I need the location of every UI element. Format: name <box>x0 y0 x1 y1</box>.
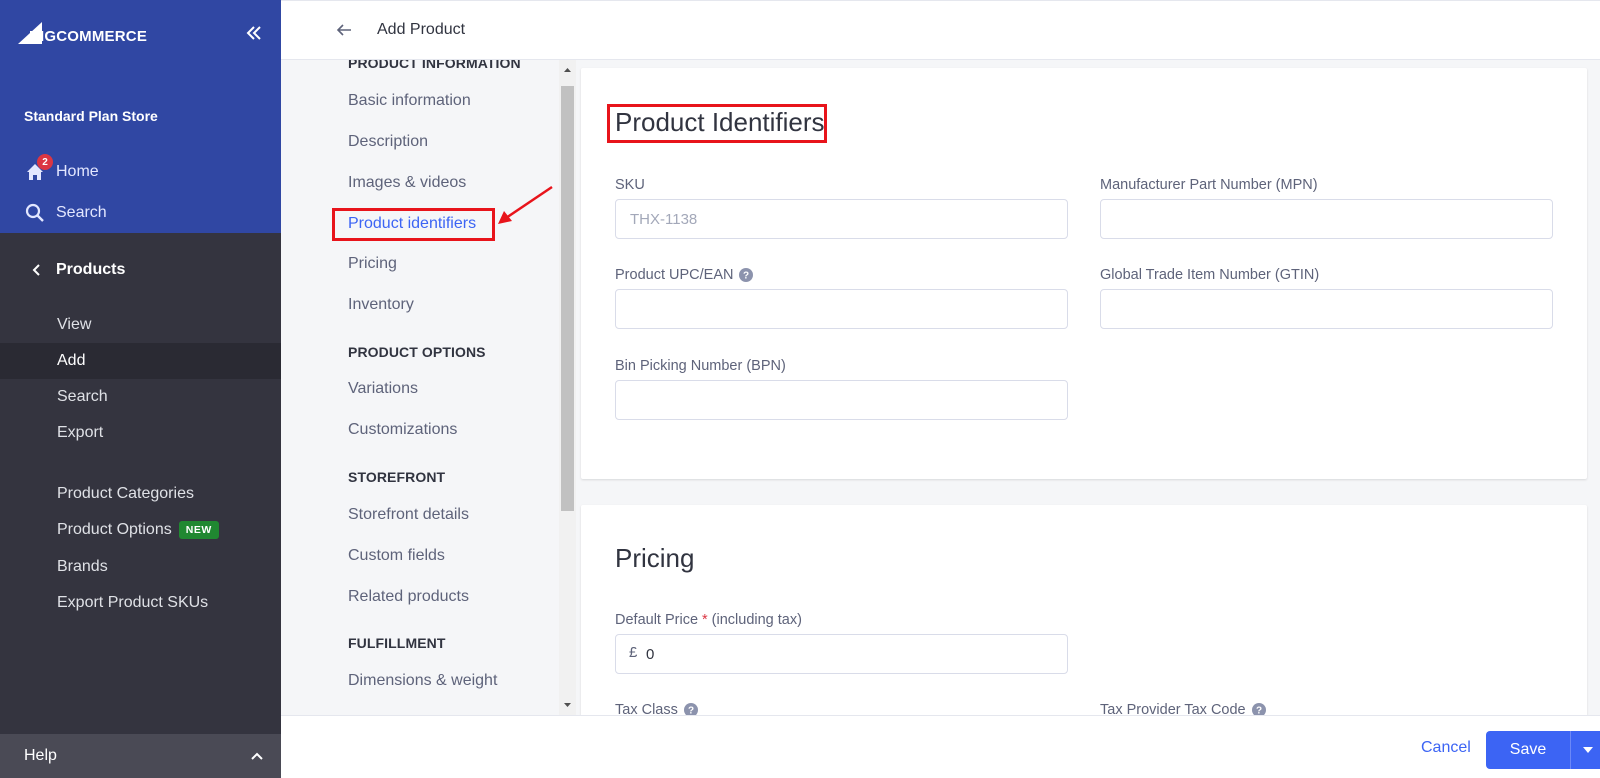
default-price-label-text: Default Price <box>615 612 699 628</box>
sidebar-item-label: View <box>57 316 92 333</box>
nav-link-basic-information[interactable]: Basic information <box>348 92 471 110</box>
svg-text:?: ? <box>743 271 749 282</box>
annotation-box-card-title <box>607 104 827 143</box>
chevron-up-icon <box>251 752 263 760</box>
mpn-input[interactable] <box>1100 199 1553 239</box>
price-suffix: (including tax) <box>711 612 802 628</box>
help-icon[interactable]: ? <box>739 268 754 282</box>
page-header: Add Product <box>281 0 1600 60</box>
logo-text: BIGCOMMERCE <box>29 28 148 45</box>
products-section-title: Products <box>56 261 126 278</box>
gtin-label: Global Trade Item Number (GTIN) <box>1100 267 1320 283</box>
cancel-button[interactable]: Cancel <box>1421 739 1471 757</box>
required-marker: * <box>702 612 708 628</box>
scrollbar-thumb[interactable] <box>561 86 574 511</box>
back-arrow-icon[interactable] <box>335 21 353 39</box>
tax-code-label: Tax Provider Tax Code ? <box>1100 702 1266 715</box>
nav-link-dimensions-weight[interactable]: Dimensions & weight <box>348 672 497 690</box>
help-icon[interactable]: ? <box>1251 703 1266 716</box>
nav-link-storefront-details[interactable]: Storefront details <box>348 506 469 524</box>
svg-text:?: ? <box>688 706 694 716</box>
sidebar-item-brands[interactable]: Brands <box>0 549 281 585</box>
tax-class-label-text: Tax Class <box>615 702 678 715</box>
help-icon[interactable]: ? <box>683 703 698 716</box>
sidebar: BIGCOMMERCE Standard Plan Store 2 Home S… <box>0 0 281 778</box>
save-button[interactable]: Save <box>1486 731 1570 769</box>
nav-link-customizations[interactable]: Customizations <box>348 421 457 439</box>
nav-group-product-options: PRODUCT OPTIONS <box>348 344 486 360</box>
scroll-up-arrow-icon[interactable] <box>561 64 574 76</box>
store-name: Standard Plan Store <box>24 108 158 124</box>
nav-link-inventory[interactable]: Inventory <box>348 296 414 314</box>
help-label: Help <box>24 747 57 764</box>
help-bar[interactable]: Help <box>0 734 281 778</box>
sidebar-item-product-categories[interactable]: Product Categories <box>0 476 281 512</box>
bigcommerce-logo[interactable]: BIGCOMMERCE <box>16 18 147 48</box>
sidebar-header: BIGCOMMERCE Standard Plan Store 2 Home S… <box>0 0 281 233</box>
sidebar-item-label: Brands <box>57 558 108 575</box>
nav-home[interactable]: 2 Home <box>24 154 99 184</box>
sidebar-item-label: Search <box>57 388 108 405</box>
nav-link-custom-fields[interactable]: Custom fields <box>348 547 445 565</box>
sidebar-item-label: Export Product SKUs <box>57 594 209 611</box>
new-badge: NEW <box>178 521 219 539</box>
annotation-arrow-icon <box>498 185 553 224</box>
sidebar-item-search[interactable]: Search <box>0 379 281 415</box>
nav-link-description[interactable]: Description <box>348 133 428 151</box>
home-icon: 2 <box>24 154 53 183</box>
upc-label: Product UPC/EAN ? <box>615 267 754 283</box>
upc-input[interactable] <box>615 289 1068 329</box>
sidebar-item-add[interactable]: Add <box>0 343 281 379</box>
nav-group-product-information: PRODUCT INFORMATION <box>348 60 521 71</box>
collapse-sidebar-icon[interactable] <box>244 23 264 43</box>
nav-link-variations[interactable]: Variations <box>348 380 418 398</box>
default-price-input[interactable] <box>615 634 1068 674</box>
currency-prefix: £ <box>629 644 638 661</box>
save-options-button[interactable] <box>1570 731 1600 769</box>
scroll-down-arrow-icon[interactable] <box>561 699 574 711</box>
tax-class-label: Tax Class ? <box>615 702 698 715</box>
sku-input[interactable] <box>615 199 1068 239</box>
section-nav: PRODUCT INFORMATION Basic information De… <box>281 60 561 715</box>
nav-link-images-videos[interactable]: Images & videos <box>348 174 466 192</box>
nav-search-label: Search <box>56 204 107 221</box>
sidebar-item-label: Product Options <box>57 521 172 538</box>
sidebar-item-label: Product Categories <box>57 485 194 502</box>
action-footer: Cancel Save <box>281 715 1600 778</box>
sidebar-item-label: Add <box>57 352 86 369</box>
nav-group-storefront: STOREFRONT <box>348 469 446 485</box>
sidebar-item-label: Export <box>57 424 104 441</box>
sidebar-item-product-options[interactable]: Product Options NEW <box>0 512 281 548</box>
bpn-input[interactable] <box>615 380 1068 420</box>
chevron-left-icon <box>32 264 40 276</box>
nav-search[interactable]: Search <box>24 201 107 225</box>
nav-link-pricing[interactable]: Pricing <box>348 255 397 273</box>
nav-home-label: Home <box>56 163 99 180</box>
upc-label-text: Product UPC/EAN <box>615 267 734 283</box>
sku-label: SKU <box>615 177 645 193</box>
nav-group-fulfillment: FULFILLMENT <box>348 635 446 651</box>
tax-code-label-text: Tax Provider Tax Code <box>1100 702 1246 715</box>
caret-down-icon <box>1582 747 1593 753</box>
mpn-label: Manufacturer Part Number (MPN) <box>1100 177 1318 193</box>
bpn-label: Bin Picking Number (BPN) <box>615 358 786 374</box>
annotation-box-nav-link <box>332 208 495 241</box>
pricing-card: Pricing Default Price * (including tax) … <box>581 505 1587 715</box>
pricing-title: Pricing <box>615 543 695 573</box>
page-title: Add Product <box>377 21 466 38</box>
gtin-input[interactable] <box>1100 289 1553 329</box>
sidebar-item-export[interactable]: Export <box>0 415 281 451</box>
nav-link-related-products[interactable]: Related products <box>348 588 469 606</box>
notification-badge: 2 <box>37 154 53 170</box>
sidebar-item-view[interactable]: View <box>0 307 281 343</box>
svg-text:?: ? <box>1256 706 1262 716</box>
default-price-label: Default Price * (including tax) <box>615 612 802 628</box>
sidebar-item-export-product-skus[interactable]: Export Product SKUs <box>0 585 281 621</box>
search-icon <box>24 202 46 224</box>
products-section-header[interactable]: Products <box>0 249 281 291</box>
